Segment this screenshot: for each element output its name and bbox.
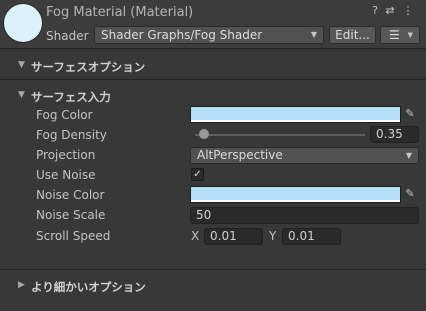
list-icon: ☰ — [389, 28, 400, 42]
scroll-speed-y-label: Y — [269, 229, 277, 243]
foldout-arrow-icon: ▼ — [18, 90, 25, 100]
scroll-speed-y-input[interactable]: 0.01 — [282, 228, 341, 245]
material-preview-thumbnail[interactable] — [4, 4, 42, 42]
help-icon[interactable]: ? — [369, 5, 381, 17]
section-divider — [0, 79, 426, 80]
projection-value: AltPerspective — [197, 148, 283, 162]
fog-density-label: Fog Density — [36, 128, 107, 142]
noise-scale-label: Noise Scale — [36, 208, 106, 222]
scroll-speed-x-input[interactable]: 0.01 — [204, 228, 263, 245]
section-title: サーフェスオプション — [31, 60, 146, 74]
section-surface-inputs[interactable]: ▼ サーフェス入力 — [0, 87, 426, 107]
fog-color-field[interactable] — [190, 106, 401, 123]
section-surface-options[interactable]: ▼ サーフェスオプション — [0, 57, 426, 77]
fog-density-input[interactable]: 0.35 — [370, 126, 419, 143]
projection-label: Projection — [36, 148, 96, 162]
noise-color-field[interactable] — [190, 186, 401, 203]
material-title: Fog Material (Material) — [46, 5, 194, 20]
fog-density-slider-handle[interactable] — [198, 129, 209, 139]
scroll-speed-label: Scroll Speed — [36, 229, 111, 243]
preset-settings-icon[interactable]: ⇄ — [384, 5, 396, 17]
noise-scale-input[interactable]: 50 — [190, 207, 419, 224]
eyedropper-icon[interactable]: ✎ — [403, 106, 417, 122]
shader-dropdown-value: Shader Graphs/Fog Shader — [101, 28, 263, 42]
section-title: サーフェス入力 — [31, 90, 111, 104]
section-title: より細かいオプション — [31, 280, 146, 294]
header-divider — [0, 48, 426, 49]
section-advanced-options[interactable]: ▶ より細かいオプション — [0, 277, 426, 297]
foldout-arrow-icon: ▼ — [18, 60, 25, 70]
chevron-down-icon: ▼ — [407, 31, 413, 39]
context-menu-icon[interactable]: ⋮ — [402, 5, 414, 17]
section-divider — [0, 269, 426, 270]
chevron-down-icon: ▼ — [310, 30, 317, 39]
foldout-arrow-icon: ▶ — [18, 280, 25, 290]
noise-color-label: Noise Color — [36, 188, 105, 202]
scroll-speed-x-label: X — [191, 229, 200, 243]
edit-shader-button[interactable]: Edit... — [329, 26, 376, 44]
checkmark-icon: ✓ — [193, 169, 202, 180]
fog-density-slider-track[interactable] — [195, 134, 365, 136]
use-noise-label: Use Noise — [36, 168, 96, 182]
use-noise-checkbox[interactable]: ✓ — [191, 168, 204, 181]
eyedropper-icon[interactable]: ✎ — [403, 186, 417, 202]
shader-dropdown[interactable]: Shader Graphs/Fog Shader ▼ — [94, 26, 324, 44]
shader-options-button[interactable]: ☰ ▼ — [380, 26, 420, 44]
shader-label: Shader — [46, 29, 89, 43]
chevron-down-icon: ▼ — [405, 151, 412, 160]
projection-dropdown[interactable]: AltPerspective ▼ — [190, 147, 419, 164]
fog-color-label: Fog Color — [36, 108, 93, 122]
